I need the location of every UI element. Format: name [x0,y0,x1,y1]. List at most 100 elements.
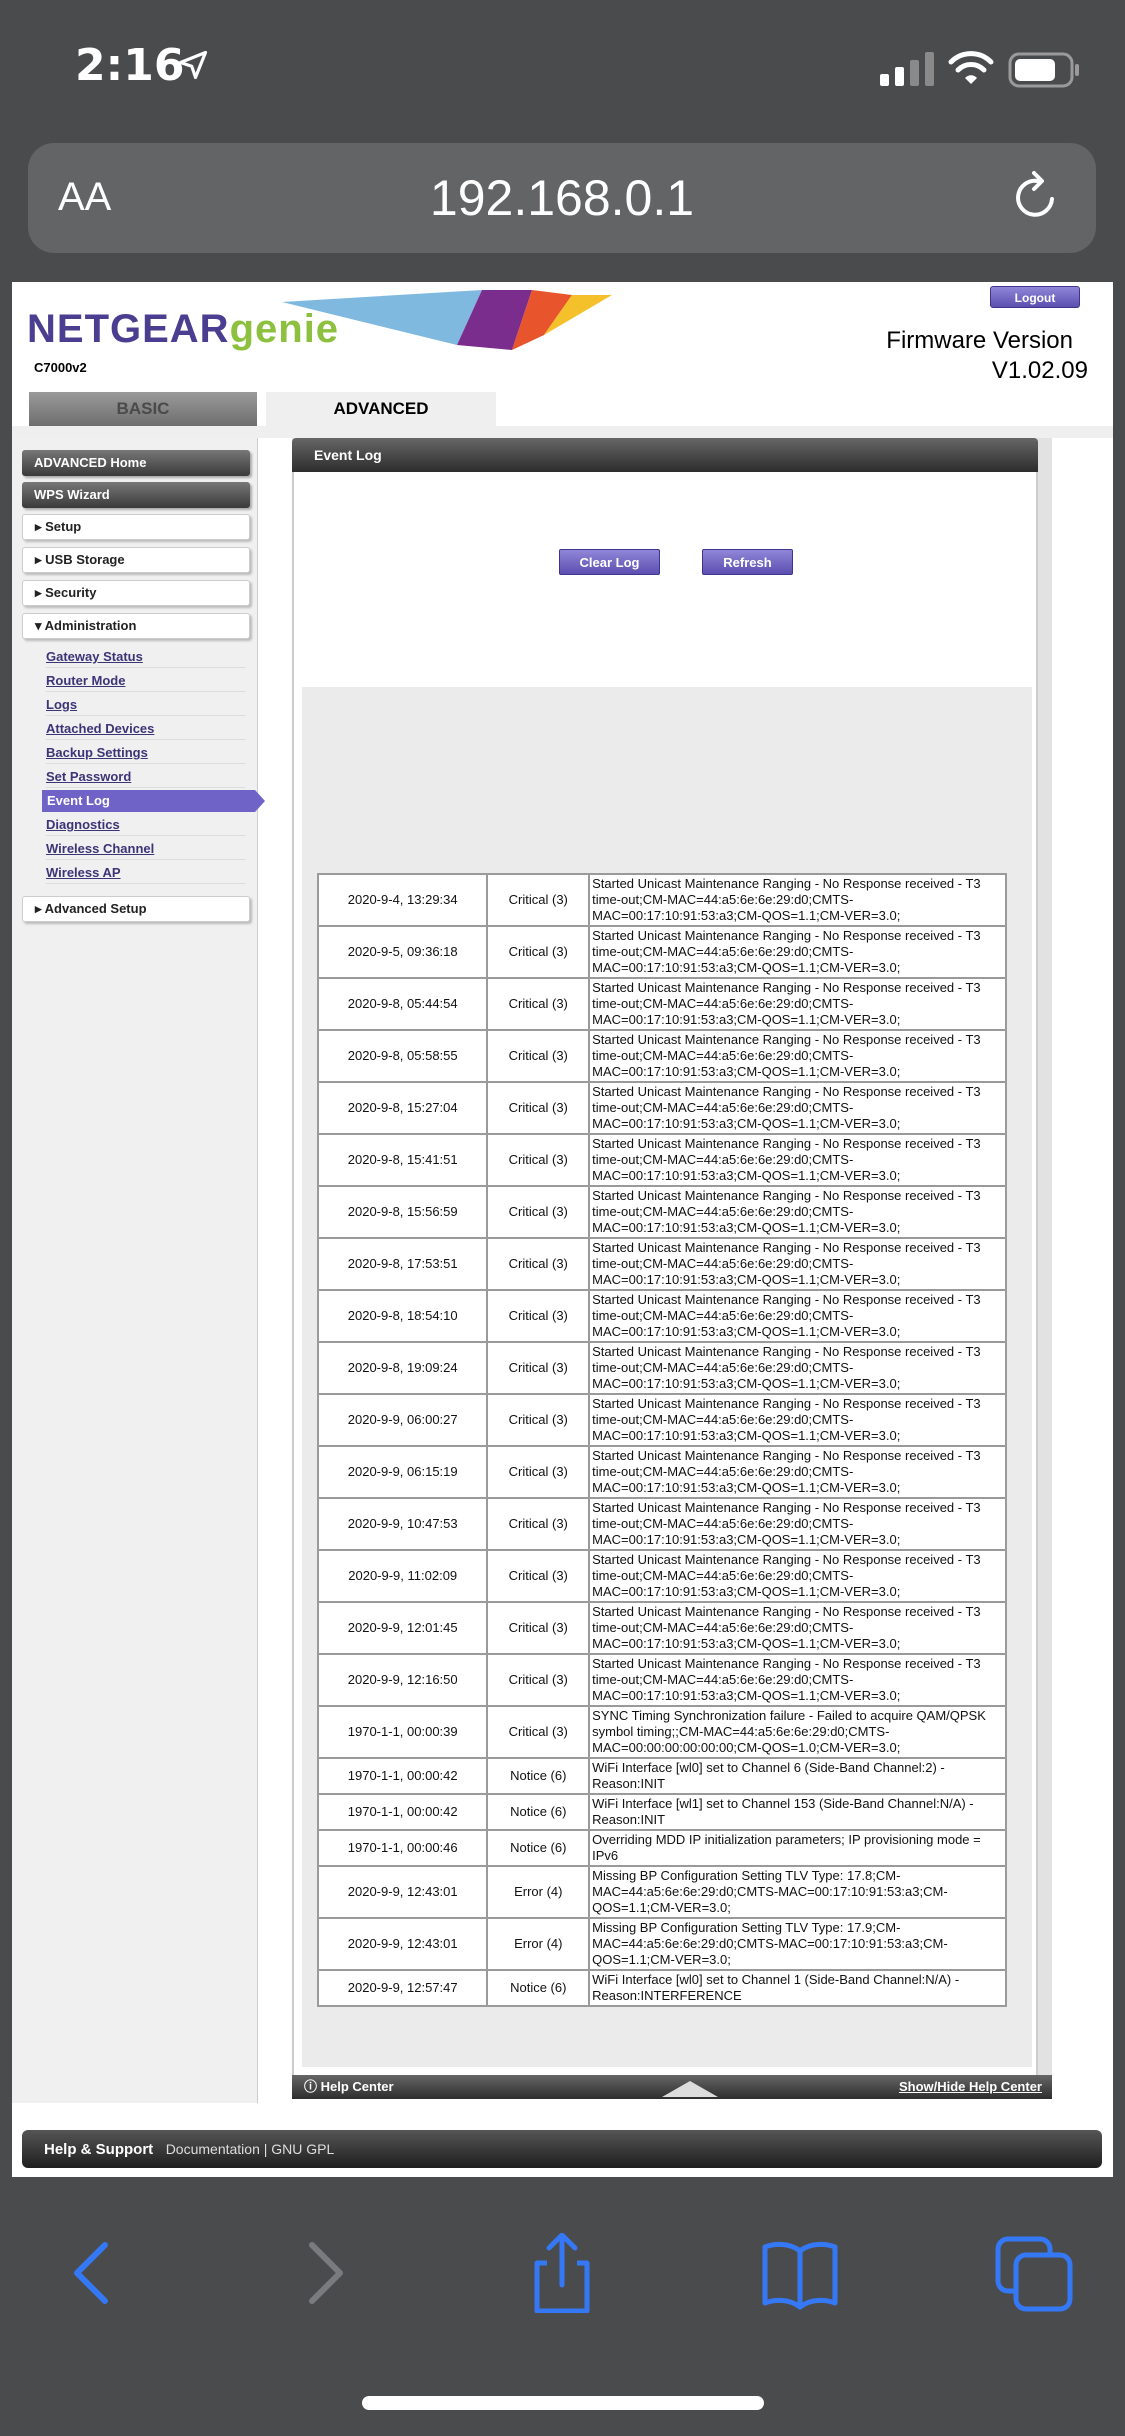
log-time-cell: 2020-9-8, 15:27:04 [316,1081,489,1135]
log-priority-cell: Critical (3) [486,977,591,1031]
footer-links[interactable]: Documentation | GNU GPL [166,2141,335,2157]
table-row: 2020-9-9, 12:16:50 Critical (3) Started Un… [316,1653,1007,1707]
back-icon[interactable] [45,2233,135,2313]
log-description-cell: Started Unicast Maintenance Ranging - No… [588,1237,1007,1291]
sidebar-item-wireless-channel[interactable]: Wireless Channel [46,840,246,860]
log-priority-cell: Notice (6) [486,1969,591,2007]
table-row: 2020-9-8, 05:58:55 Critical (3) Started Un… [316,1029,1007,1083]
reload-icon[interactable] [1008,169,1064,225]
share-icon[interactable] [517,2233,607,2313]
log-priority-cell: Critical (3) [486,1601,591,1655]
log-time-cell: 2020-9-5, 09:36:18 [316,925,489,979]
expand-arrow-icon[interactable] [662,2081,718,2097]
bookmarks-icon[interactable] [755,2233,845,2313]
log-description-cell: Started Unicast Maintenance Ranging - No… [588,873,1007,927]
sidebar-item-gateway-status[interactable]: Gateway Status [46,648,246,668]
log-description-cell: WiFi Interface [wl0] set to Channel 1 (S… [588,1969,1007,2007]
table-row: 2020-9-9, 12:01:45 Critical (3) Started Un… [316,1601,1007,1655]
tabs-icon[interactable] [990,2233,1080,2313]
log-priority-cell: Critical (3) [486,1289,591,1343]
table-row: 2020-9-8, 17:53:51 Critical (3) Started Un… [316,1237,1007,1291]
sidebar-item-attached-devices[interactable]: Attached Devices [46,720,246,740]
log-time-cell: 1970-1-1, 00:00:39 [316,1705,489,1759]
log-description-cell: Started Unicast Maintenance Ranging - No… [588,1341,1007,1395]
log-priority-cell: Critical (3) [486,1341,591,1395]
status-time: 2:16 [75,40,185,91]
table-row: 2020-9-8, 19:09:24 Critical (3) Started Un… [316,1341,1007,1395]
table-row: 2020-9-9, 06:15:19 Critical (3) Started Un… [316,1445,1007,1499]
clear-log-button[interactable]: Clear Log [559,549,660,575]
log-description-cell: Started Unicast Maintenance Ranging - No… [588,1133,1007,1187]
tab-basic[interactable]: BASIC [29,392,257,426]
sidebar-item-router-mode[interactable]: Router Mode [46,672,246,692]
wifi-icon [948,51,994,84]
router-page: NETGEARgenie C7000v2 Logout Firmware Ver… [12,282,1113,2177]
log-priority-cell: Critical (3) [486,1237,591,1291]
table-row: 2020-9-8, 05:44:54 Critical (3) Started Un… [316,977,1007,1031]
sidebar-item-advanced-home[interactable]: ADVANCED Home [22,450,250,476]
log-time-cell: 2020-9-8, 19:09:24 [316,1341,489,1395]
table-row: 2020-9-9, 11:02:09 Critical (3) Started Un… [316,1549,1007,1603]
sidebar-item-event-log[interactable]: Event Log [42,790,265,812]
table-row: 2020-9-4, 13:29:34 Critical (3) Started Un… [316,873,1007,927]
log-description-cell: SYNC Timing Synchronization failure - Fa… [588,1705,1007,1759]
sidebar-item-security[interactable]: ▸ Security [22,580,250,606]
logout-button[interactable]: Logout [990,286,1080,308]
log-time-cell: 2020-9-9, 12:01:45 [316,1601,489,1655]
log-description-cell: Started Unicast Maintenance Ranging - No… [588,1081,1007,1135]
log-time-cell: 2020-9-8, 15:41:51 [316,1133,489,1187]
sidebar-item-diagnostics[interactable]: Diagnostics [46,816,246,836]
log-time-cell: 2020-9-9, 12:16:50 [316,1653,489,1707]
log-time-cell: 2020-9-9, 11:02:09 [316,1549,489,1603]
address-bar[interactable]: AA 192.168.0.1 [28,143,1096,253]
tab-advanced[interactable]: ADVANCED [266,392,496,426]
table-row: 2020-9-9, 10:47:53 Critical (3) Started Un… [316,1497,1007,1551]
sidebar-item-wps-wizard[interactable]: WPS Wizard [22,482,250,508]
sidebar-item-advanced-setup[interactable]: ▸ Advanced Setup [22,896,250,922]
log-time-cell: 2020-9-9, 06:00:27 [316,1393,489,1447]
log-description-cell: WiFi Interface [wl1] set to Channel 153 … [588,1793,1007,1831]
footer-title: Help & Support [44,2141,154,2158]
log-time-cell: 2020-9-8, 05:58:55 [316,1029,489,1083]
sidebar-item-administration[interactable]: ▾ Administration [22,613,250,639]
event-log-table: 2020-9-4, 13:29:34 Critical (3) Started Un… [316,873,1007,2007]
log-priority-cell: Critical (3) [486,1185,591,1239]
show-hide-help-link[interactable]: Show/Hide Help Center [899,2075,1042,2099]
log-priority-cell: Critical (3) [486,1549,591,1603]
log-time-cell: 2020-9-9, 12:43:01 [316,1917,489,1971]
table-row: 2020-9-8, 18:54:10 Critical (3) Started Un… [316,1289,1007,1343]
url-text[interactable]: 192.168.0.1 [28,169,1096,227]
log-time-cell: 2020-9-8, 05:44:54 [316,977,489,1031]
help-center-bar: ⓘ Help Center Show/Hide Help Center [292,2075,1052,2099]
help-support-footer: Help & Support Documentation | GNU GPL [22,2130,1102,2168]
log-time-cell: 2020-9-8, 18:54:10 [316,1289,489,1343]
log-description-cell: Missing BP Configuration Setting TLV Typ… [588,1865,1007,1919]
log-description-cell: Started Unicast Maintenance Ranging - No… [588,925,1007,979]
log-time-cell: 1970-1-1, 00:00:46 [316,1829,489,1867]
log-priority-cell: Critical (3) [486,1133,591,1187]
log-description-cell: Overriding MDD IP initialization paramet… [588,1829,1007,1867]
forward-icon[interactable] [280,2233,370,2313]
log-description-cell: Started Unicast Maintenance Ranging - No… [588,1445,1007,1499]
sidebar-item-wireless-ap[interactable]: Wireless AP [46,864,246,884]
table-row: 1970-1-1, 00:00:42 Notice (6) WiFi Interfa… [316,1757,1007,1795]
sidebar-item-logs[interactable]: Logs [46,696,246,716]
log-description-cell: Started Unicast Maintenance Ranging - No… [588,1029,1007,1083]
log-priority-cell: Critical (3) [486,925,591,979]
firmware-version: V1.02.09 [991,357,1088,384]
sidebar-item-set-password[interactable]: Set Password [46,768,246,788]
table-row: 2020-9-9, 06:00:27 Critical (3) Started Un… [316,1393,1007,1447]
home-indicator[interactable] [362,2396,764,2410]
sidebar-item-usb-storage[interactable]: ▸ USB Storage [22,547,250,573]
panel-title: Event Log [292,438,1038,472]
sidebar-item-setup[interactable]: ▸ Setup [22,514,250,540]
help-center-link[interactable]: ⓘ Help Center [304,2075,394,2099]
refresh-button[interactable]: Refresh [702,549,793,575]
sidebar-item-backup-settings[interactable]: Backup Settings [46,744,246,764]
log-priority-cell: Error (4) [486,1865,591,1919]
log-priority-cell: Critical (3) [486,873,591,927]
log-time-cell: 1970-1-1, 00:00:42 [316,1757,489,1795]
table-row: 1970-1-1, 00:00:46 Notice (6) Overriding M… [316,1829,1007,1867]
log-time-cell: 2020-9-9, 06:15:19 [316,1445,489,1499]
location-arrow-icon [178,50,208,80]
